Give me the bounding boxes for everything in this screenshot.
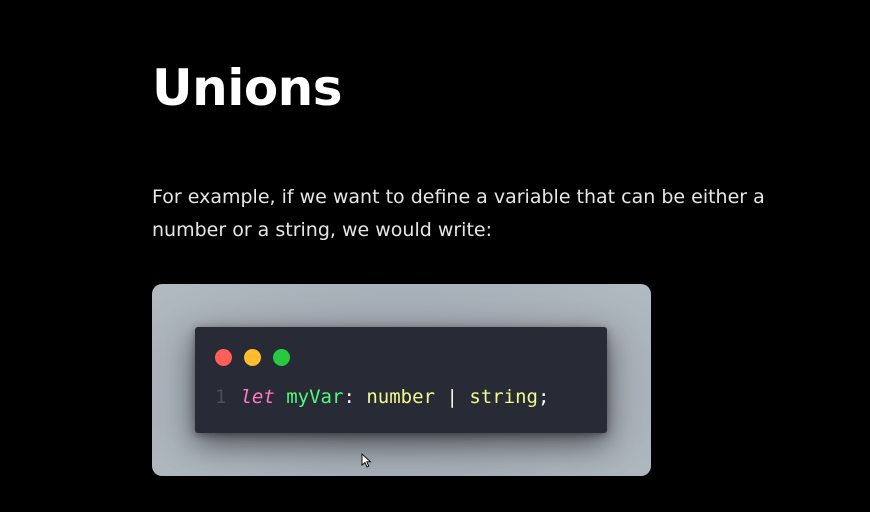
code-semicolon: ; xyxy=(537,386,550,408)
maximize-dot-icon xyxy=(273,349,290,366)
minimize-dot-icon xyxy=(244,349,261,366)
close-dot-icon xyxy=(215,349,232,366)
code-type-string: string xyxy=(469,386,538,408)
mouse-pointer-icon xyxy=(361,453,372,468)
code-colon: : xyxy=(343,386,355,408)
slide-paragraph: For example, if we want to define a vari… xyxy=(152,186,765,241)
window-controls xyxy=(215,349,290,366)
code-line: 1 let myVar: number | string; xyxy=(215,384,549,410)
code-keyword: let xyxy=(240,386,275,408)
code-window: 1 let myVar: number | string; xyxy=(195,327,607,468)
slide: Unions For example, if we want to define… xyxy=(0,0,870,512)
slide-title: Unions xyxy=(152,59,343,117)
code-type-number: number xyxy=(366,386,435,408)
code-identifier: myVar xyxy=(286,386,344,408)
code-frame: 1 let myVar: number | string; xyxy=(152,284,651,476)
code-pipe: | xyxy=(446,386,458,408)
line-number: 1 xyxy=(215,386,227,408)
